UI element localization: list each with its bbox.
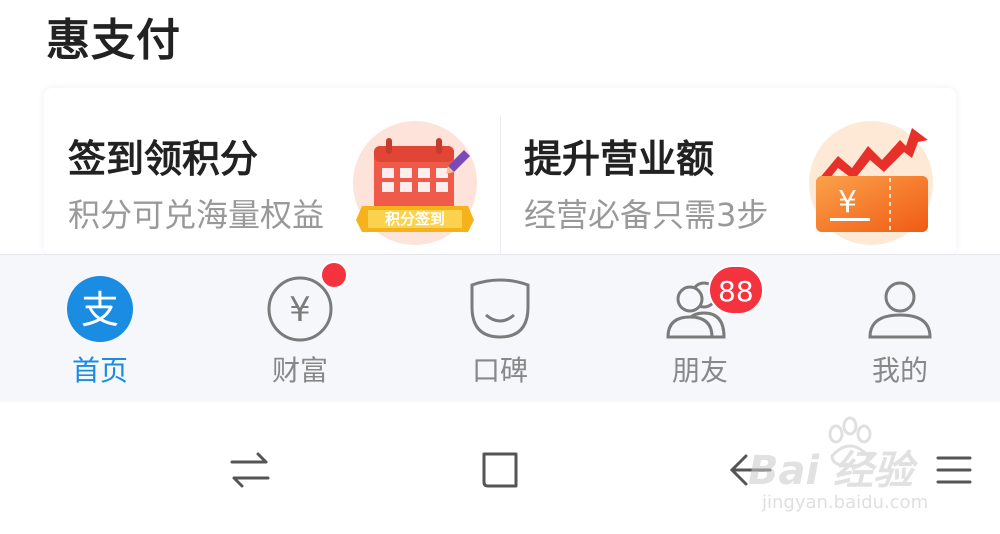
wealth-notification-dot — [320, 261, 348, 289]
checkin-card-subtitle: 积分可兑海量权益 — [68, 196, 325, 234]
alipay-logo-icon: 支 — [67, 276, 133, 342]
coupon-yen-symbol: ¥ — [838, 185, 857, 220]
friends-unread-badge: 88 — [708, 265, 764, 315]
switch-apps-icon[interactable] — [226, 446, 274, 494]
home-square-icon[interactable] — [476, 446, 524, 494]
tab-friends-label: 朋友 — [671, 354, 728, 387]
baidu-jingyan-watermark: Bai 经验 jingyan.baidu.com — [748, 416, 948, 522]
section-title: 惠支付 — [46, 15, 181, 66]
tab-profile[interactable]: 我的 — [800, 255, 1000, 403]
revenue-card[interactable]: 提升营业额 经营必备只需3步 ¥ — [500, 88, 956, 256]
tab-friends[interactable]: 88 朋友 — [600, 255, 800, 403]
tab-home[interactable]: 支 首页 — [0, 255, 200, 403]
tab-koubei-label: 口碑 — [471, 354, 528, 387]
tab-profile-label: 我的 — [871, 354, 928, 387]
tab-wealth[interactable]: ¥ 财富 — [200, 255, 400, 403]
alipay-logo-glyph: 支 — [81, 288, 119, 332]
tab-home-label: 首页 — [71, 354, 128, 387]
tab-koubei[interactable]: 口碑 — [400, 255, 600, 403]
calendar-checkin-icon: 积分签到 — [353, 121, 477, 245]
checkin-ribbon-text: 积分签到 — [385, 210, 445, 228]
checkin-card[interactable]: 签到领积分 积分可兑海量权益 积分签到 — [44, 88, 500, 256]
bottom-tab-bar: 支 首页 ¥ 财富 口碑 88 朋友 我的 — [0, 254, 1000, 402]
watermark-text: Bai 经验 — [748, 448, 914, 494]
koubei-smile-icon — [470, 278, 530, 339]
revenue-card-subtitle: 经营必备只需3步 — [524, 196, 769, 234]
checkin-card-title: 签到领积分 — [68, 137, 259, 181]
watermark-url: jingyan.baidu.com — [762, 492, 929, 513]
coupon-growth-icon: ¥ — [809, 121, 933, 245]
profile-icon — [868, 281, 932, 339]
revenue-card-title: 提升营业额 — [524, 137, 715, 181]
service-cards: 签到领积分 积分可兑海量权益 积分签到 提升营业额 经营必备只需3步 ¥ — [44, 88, 956, 256]
tab-wealth-label: 财富 — [271, 354, 328, 387]
yen-coin-glyph: ¥ — [289, 290, 311, 330]
